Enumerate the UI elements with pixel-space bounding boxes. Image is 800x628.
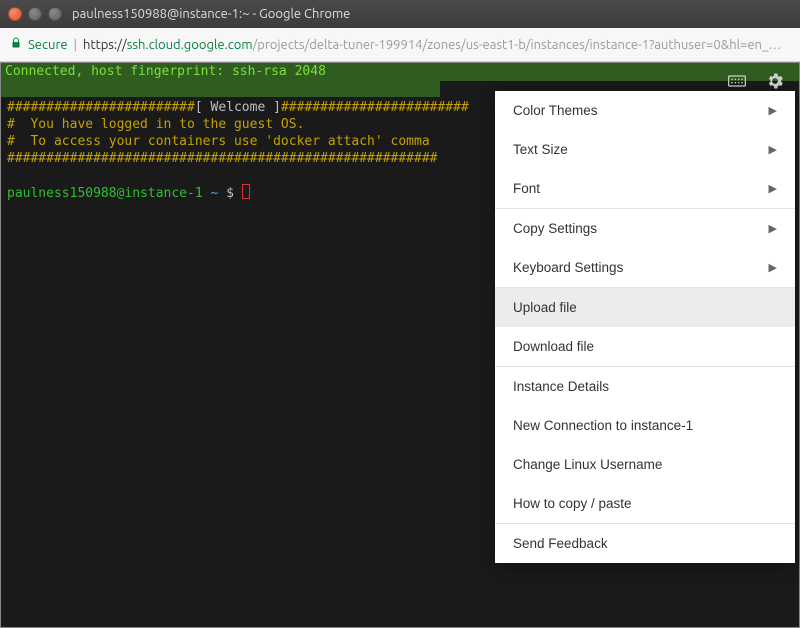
- close-icon[interactable]: [8, 7, 22, 21]
- menu-color-themes[interactable]: Color Themes ▶: [495, 91, 795, 130]
- url-host: ssh.cloud.google.com: [127, 38, 253, 52]
- terminal-toolbar: [727, 71, 785, 91]
- prompt-symbol: $: [226, 186, 242, 201]
- gear-icon[interactable]: [765, 71, 785, 91]
- menu-download-file[interactable]: Download file: [495, 327, 795, 366]
- maximize-icon[interactable]: [48, 7, 62, 21]
- separator: |: [68, 38, 84, 52]
- menu-how-to-copy-paste[interactable]: How to copy / paste: [495, 484, 795, 523]
- menu-send-feedback[interactable]: Send Feedback: [495, 524, 795, 563]
- cursor: [242, 184, 250, 199]
- chevron-right-icon: ▶: [769, 222, 777, 235]
- menu-copy-settings[interactable]: Copy Settings ▶: [495, 209, 795, 248]
- keyboard-icon[interactable]: [727, 71, 747, 91]
- chevron-right-icon: ▶: [769, 261, 777, 274]
- menu-font[interactable]: Font ▶: [495, 169, 795, 208]
- prompt-user: paulness150988@instance-1: [7, 186, 203, 201]
- menu-new-connection[interactable]: New Connection to instance-1: [495, 406, 795, 445]
- window-titlebar: paulness150988@instance-1:~ - Google Chr…: [0, 0, 800, 28]
- minimize-icon[interactable]: [28, 7, 42, 21]
- ssh-status-bar: [1, 81, 440, 97]
- menu-instance-details[interactable]: Instance Details: [495, 367, 795, 406]
- window-title: paulness150988@instance-1:~ - Google Chr…: [72, 7, 350, 21]
- menu-keyboard-settings[interactable]: Keyboard Settings ▶: [495, 248, 795, 287]
- chevron-right-icon: ▶: [769, 182, 777, 195]
- lock-icon: [10, 37, 22, 52]
- chevron-right-icon: ▶: [769, 104, 777, 117]
- url-scheme: https://: [83, 38, 127, 52]
- terminal[interactable]: Connected, host fingerprint: ssh-rsa 204…: [0, 62, 800, 628]
- url-path: /projects/delta-tuner-199914/zones/us-ea…: [253, 38, 790, 52]
- address-bar[interactable]: Secure | https://ssh.cloud.google.com/pr…: [0, 28, 800, 62]
- settings-menu: Color Themes ▶ Text Size ▶ Font ▶ Copy S…: [495, 91, 795, 563]
- menu-text-size[interactable]: Text Size ▶: [495, 130, 795, 169]
- prompt-path: ~: [203, 186, 226, 201]
- ssh-status: Connected, host fingerprint: ssh-rsa 204…: [1, 63, 799, 81]
- secure-label: Secure: [28, 38, 68, 52]
- menu-change-username[interactable]: Change Linux Username: [495, 445, 795, 484]
- chevron-right-icon: ▶: [769, 143, 777, 156]
- window-controls: [8, 7, 62, 21]
- menu-upload-file[interactable]: Upload file: [495, 288, 795, 327]
